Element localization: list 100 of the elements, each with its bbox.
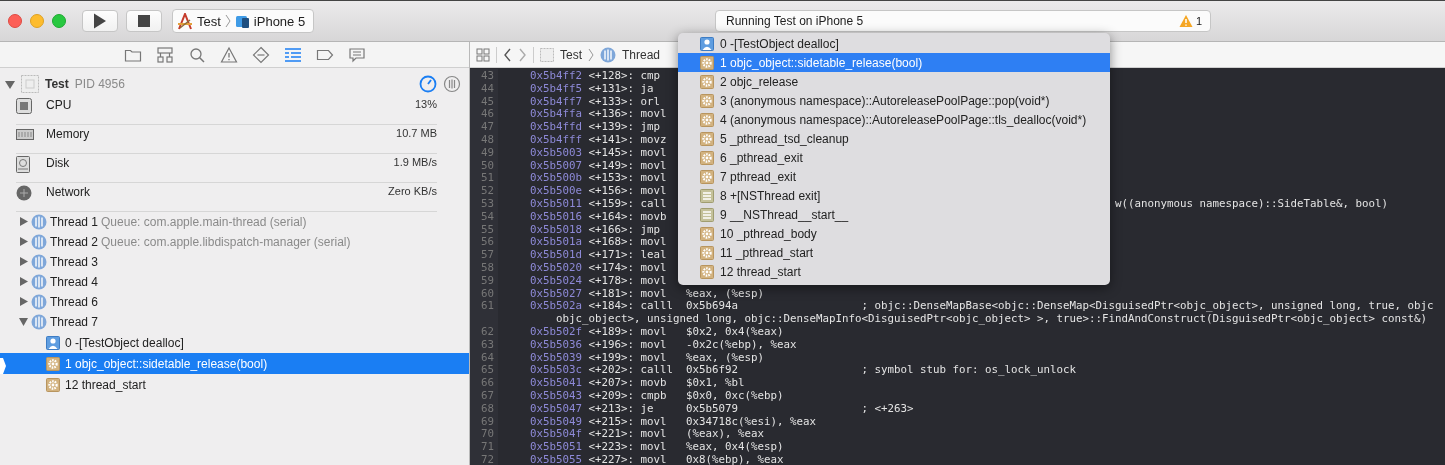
chevron-icon (588, 47, 594, 62)
path-segment[interactable]: Test (560, 47, 582, 62)
line-number: 68 (480, 401, 494, 415)
close-button[interactable] (8, 14, 22, 28)
navigator-tab[interactable] (154, 44, 175, 65)
instruction-operands: %eax, (%esp) (686, 350, 765, 364)
instruction-offset: <+149>: (588, 158, 635, 172)
zoom-button[interactable] (52, 14, 66, 28)
disclosure-triangle-icon[interactable] (18, 217, 28, 227)
instruction-offset: <+133>: (588, 94, 635, 108)
menu-item[interactable]: 3 (anonymous namespace)::AutoreleasePoolPage::pop(void*) (678, 91, 1110, 110)
menu-item[interactable]: 5 _pthread_tsd_cleanup (678, 129, 1110, 148)
stop-button[interactable] (126, 10, 162, 32)
instruction-mnemonic: movl (640, 324, 668, 338)
line-number: 69 (480, 414, 494, 428)
process-id: PID 4956 (74, 77, 125, 91)
disclosure-triangle-icon[interactable] (18, 237, 28, 247)
instruction-offset: <+156>: (588, 184, 635, 197)
instruction-address: 0x5b502f (530, 324, 582, 338)
menu-item[interactable]: 4 (anonymous namespace)::AutoreleasePoolPage::tls_dealloc(void*) (678, 110, 1110, 129)
warning-icon (219, 45, 238, 64)
thread-icon[interactable] (443, 75, 461, 93)
person-icon (46, 335, 60, 350)
instruction-mnemonic: calll (640, 299, 674, 313)
instruction-offset: <+166>: (588, 222, 635, 236)
network-icon (16, 185, 34, 202)
thread-row[interactable]: Thread 4 (0, 272, 469, 292)
gear-icon (700, 226, 714, 241)
grid-icon[interactable] (476, 47, 490, 62)
disclosure-triangle-icon[interactable] (5, 79, 15, 89)
instruction-mnemonic: jmp (640, 222, 661, 236)
menu-item[interactable]: 6 _pthread_exit (678, 148, 1110, 167)
thread-icon (31, 214, 47, 230)
disclosure-triangle-icon[interactable] (18, 277, 28, 287)
thread-row[interactable]: Thread 1 Queue: com.apple.main-thread (serial) (0, 212, 469, 232)
path-segment[interactable]: Thread (622, 47, 661, 62)
gauge-row[interactable]: Disk 1.9 MB/s (16, 154, 437, 183)
instruction-address: 0x5b500e (530, 184, 583, 197)
instruction-mnemonic: movl (640, 158, 668, 172)
play-icon (93, 13, 107, 29)
line-number: 58 (480, 260, 494, 274)
menu-item[interactable]: 2 objc_release (678, 72, 1110, 91)
menu-item[interactable]: 9 __NSThread__start__ (678, 205, 1110, 224)
instruction-mnemonic: movl (640, 235, 668, 249)
disclosure-triangle-icon[interactable] (18, 317, 28, 327)
menu-item[interactable]: 10 _pthread_body (678, 224, 1110, 243)
back-icon[interactable] (503, 47, 512, 62)
instruction-offset: <+128>: (588, 69, 635, 82)
instruction-operands: 0x5b6f92 (686, 363, 739, 377)
instruction-operands: $0x0, 0xc(%ebp) (686, 388, 785, 402)
gauge-row[interactable]: Network Zero KB/s (16, 183, 437, 212)
instruction-offset: <+189>: (588, 324, 634, 338)
instruction-offset: <+168>: (588, 235, 635, 249)
code-comment: ; objc::DenseMapBase<objc::DenseMap<DisguisedPtr<objc_object>, unsigned long, true, objc (861, 299, 1434, 313)
line-number: 56 (480, 235, 494, 249)
menu-item[interactable]: 7 pthread_exit (678, 167, 1110, 186)
disclosure-triangle-icon[interactable] (18, 257, 28, 267)
menu-item[interactable]: 0 -[TestObject dealloc] (678, 34, 1110, 53)
instruction-mnemonic: movl (640, 440, 668, 453)
gauge-row[interactable]: CPU 13% (16, 96, 437, 125)
instruction-offset: <+171>: (588, 248, 635, 261)
forward-icon[interactable] (518, 47, 527, 62)
menu-item[interactable]: 1 objc_object::sidetable_release(bool) (678, 53, 1110, 72)
instruction-address: 0x5b501d (530, 248, 583, 261)
thread-label: Thread 3 (50, 255, 99, 269)
instruction-mnemonic: movl (640, 286, 668, 300)
thread-row[interactable]: Thread 2 Queue: com.apple.libdispatch-manager (serial) (0, 232, 469, 252)
stack-frame-row[interactable]: 12 thread_start (0, 374, 469, 395)
status-text: Running Test on iPhone 5 (726, 14, 865, 28)
gauge-row[interactable]: Memory 10.7 MB (16, 125, 437, 154)
line-number: 53 (480, 196, 494, 210)
instruction-address: 0x5b500b (530, 171, 583, 185)
line-number: 49 (480, 145, 494, 159)
run-button[interactable] (82, 10, 118, 32)
menu-item[interactable]: 11 _pthread_start (678, 243, 1110, 262)
app-icon (21, 75, 39, 93)
line-number: 51 (480, 171, 494, 185)
instruction-operands: %eax, (%esp) (686, 286, 765, 300)
navigator-tab[interactable] (250, 44, 271, 65)
scheme-selector[interactable]: Test iPhone 5 (172, 9, 315, 33)
gauge-icon[interactable] (419, 75, 437, 93)
thread-row[interactable]: Thread 7 (0, 312, 469, 332)
instruction-offset: <+202>: (588, 363, 635, 377)
instruction-address: 0x5b4ffa (530, 107, 583, 121)
instruction-address: 0x5b5049 (530, 414, 583, 428)
gear-icon (700, 264, 714, 279)
thread-row[interactable]: Thread 3 (0, 252, 469, 272)
instruction-offset: <+174>: (588, 260, 635, 274)
instruction-address: 0x5b5007 (530, 158, 583, 172)
menu-item[interactable]: 8 +[NSThread exit] (678, 186, 1110, 205)
cpu-icon (16, 98, 34, 115)
stack-frame-row[interactable]: 1 objc_object::sidetable_release(bool) (0, 353, 469, 374)
line-number: 44 (480, 81, 494, 95)
thread-icon (31, 274, 47, 290)
target-name: Test (197, 13, 221, 29)
disclosure-triangle-icon[interactable] (18, 297, 28, 307)
stack-frame-row[interactable]: 0 -[TestObject dealloc] (0, 332, 469, 353)
menu-item[interactable]: 12 thread_start (678, 262, 1110, 281)
instruction-offset: <+221>: (588, 427, 635, 441)
thread-row[interactable]: Thread 6 (0, 292, 469, 312)
